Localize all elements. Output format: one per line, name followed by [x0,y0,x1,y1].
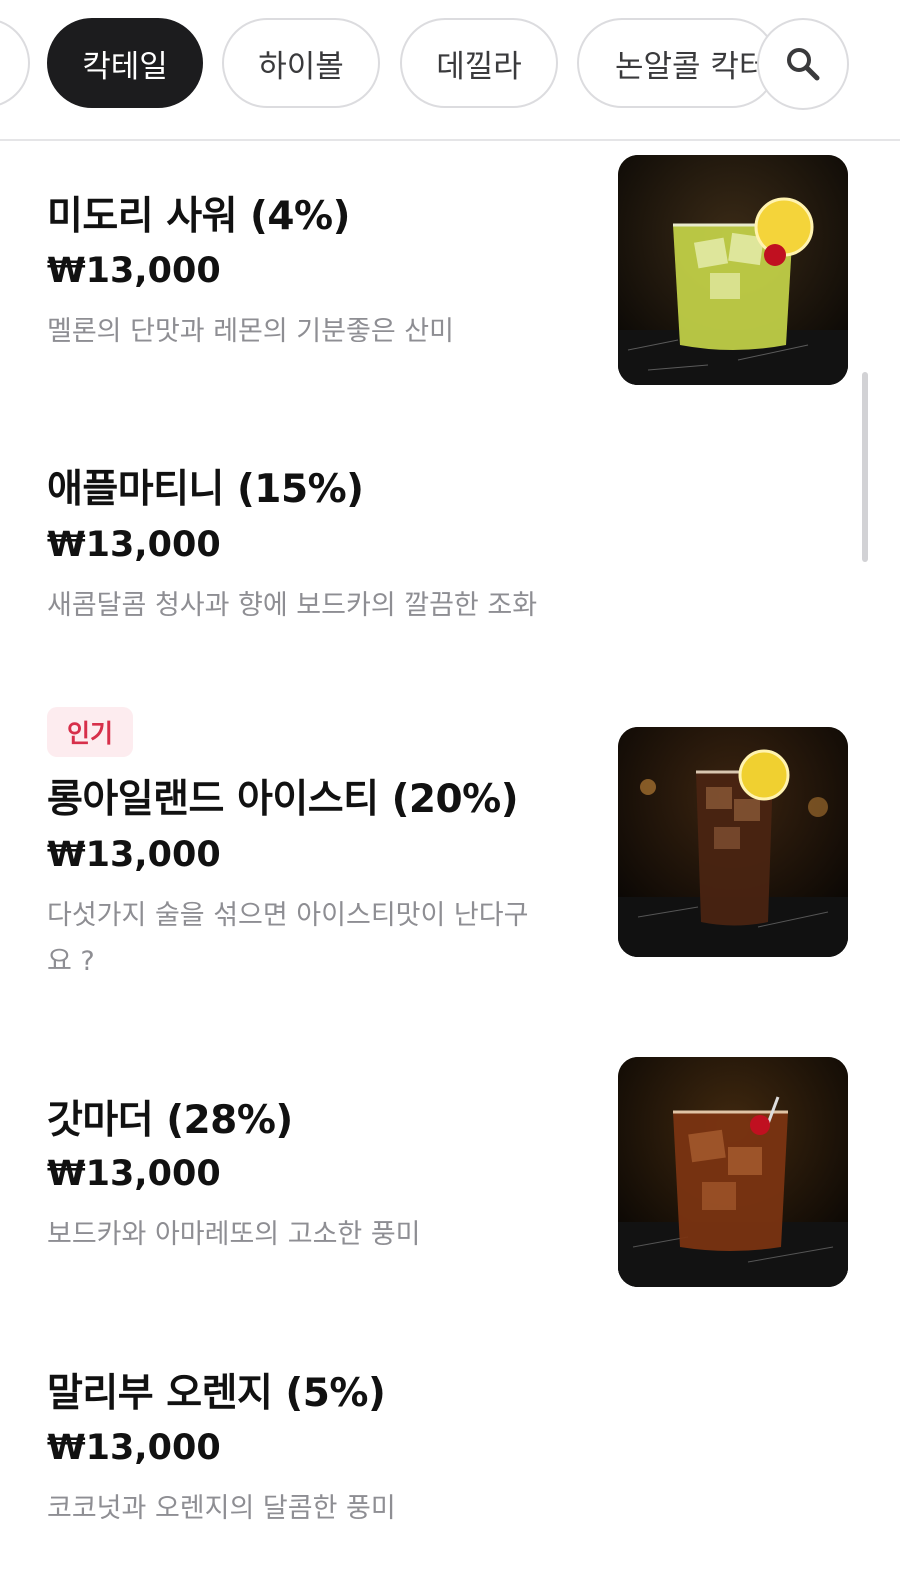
category-chip-tequila[interactable]: 데낄라 [400,18,558,108]
search-button[interactable] [757,18,849,110]
menu-item-price: ₩13,000 [47,1428,221,1468]
menu-item-photo [618,155,848,385]
category-chip-non-alcoholic[interactable]: 논알콜 칵터 [577,18,777,108]
menu-item-price: ₩13,000 [47,251,221,291]
menu-item-name: 갓마더 (28%) [47,1098,293,1143]
menu-item-photo [618,727,848,957]
menu-item-malibu-orange[interactable]: 말리부 오렌지 (5%) ₩13,000 코코넛과 오렌지의 달콤한 풍미 [0,1330,900,1560]
scrollbar[interactable] [862,372,868,562]
menu-item-description: 보드카와 아마레또의 고소한 풍미 [47,1219,421,1250]
menu-item-price: ₩13,000 [47,1154,221,1194]
menu-item-description: 코코넛과 오렌지의 달콤한 풍미 [47,1493,396,1524]
menu-item-description: 새콤달콤 청사과 향에 보드카의 깔끔한 조화 [47,590,538,621]
menu-item-godmother[interactable]: 갓마더 (28%) ₩13,000 보드카와 아마레또의 고소한 풍미 [0,1057,900,1297]
menu-item-price: ₩13,000 [47,525,221,565]
menu-item-midori-sour[interactable]: 미도리 사워 (4%) ₩13,000 멜론의 단맛과 레몬의 기분좋은 산미 [0,155,900,395]
menu-item-price: ₩13,000 [47,835,221,875]
menu-item-description: 멜론의 단맛과 레몬의 기분좋은 산미 [47,316,454,347]
menu-item-name: 말리부 오렌지 (5%) [47,1371,386,1416]
menu-item-apple-martini[interactable]: 애플마티니 (15%) ₩13,000 새콤달콤 청사과 향에 보드카의 깔끔한… [0,435,900,655]
category-chip-highball[interactable]: 하이볼 [222,18,380,108]
menu-item-name: 미도리 사워 (4%) [47,194,350,239]
menu-item-photo [618,1057,848,1287]
menu-item-name: 롱아일랜드 아이스티 (20%) [47,777,519,822]
menu-item-description: 다섯가지 술을 섞으면 아이스티맛이 난다구요 ? [47,900,529,977]
category-chip-cocktail[interactable]: 칵테일 [47,18,203,108]
category-chip-previous[interactable] [0,18,30,108]
popular-badge: 인기 [47,707,134,757]
search-icon [787,48,820,81]
menu-item-long-island-iced-tea[interactable]: 인기 롱아일랜드 아이스티 (20%) ₩13,000 다섯가지 술을 섞으면 … [0,705,900,985]
menu-item-name: 애플마티니 (15%) [47,467,364,512]
category-tab-bar: 칵테일 하이볼 데낄라 논알콜 칵터 [0,0,900,141]
